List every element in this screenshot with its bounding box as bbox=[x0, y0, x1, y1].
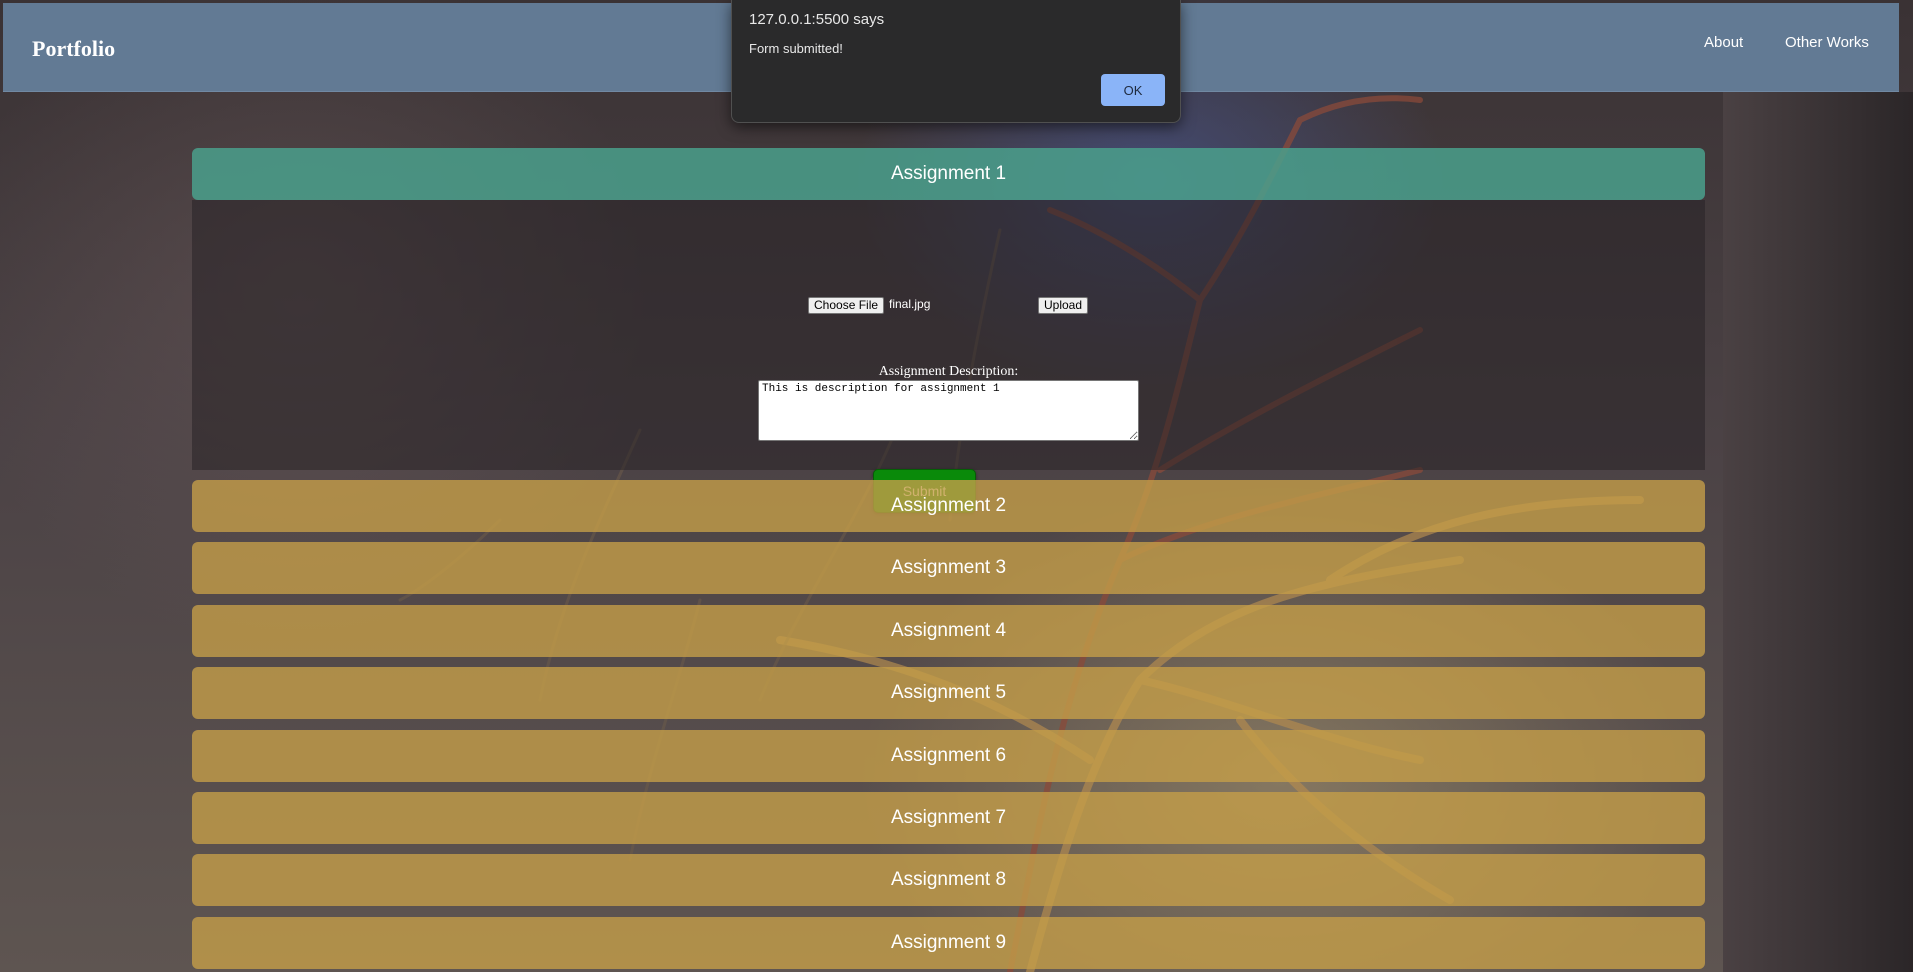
alert-dialog: 127.0.0.1:5500 says Form submitted! OK bbox=[731, 0, 1181, 123]
accordion-header-assignment-3[interactable]: Assignment 3 bbox=[192, 542, 1705, 594]
nav-link-about[interactable]: About bbox=[1704, 34, 1743, 51]
accordion-header-assignment-8[interactable]: Assignment 8 bbox=[192, 854, 1705, 906]
accordion-header-assignment-1[interactable]: Assignment 1 bbox=[192, 148, 1705, 200]
nav-link-other-works[interactable]: Other Works bbox=[1785, 34, 1869, 51]
dialog-title: 127.0.0.1:5500 says bbox=[749, 11, 885, 28]
accordion-header-assignment-6[interactable]: Assignment 6 bbox=[192, 730, 1705, 782]
upload-button[interactable]: Upload bbox=[1038, 297, 1089, 314]
accordion-header-assignment-7[interactable]: Assignment 7 bbox=[192, 792, 1705, 844]
background-side-panel bbox=[1723, 92, 1913, 972]
accordion-header-assignment-5[interactable]: Assignment 5 bbox=[192, 667, 1705, 719]
dialog-message: Form submitted! bbox=[749, 41, 843, 56]
selected-file-name: final.jpg bbox=[889, 297, 931, 311]
assignment-1-panel: Choose File final.jpg Upload Assignment … bbox=[192, 200, 1705, 513]
description-label: Assignment Description: bbox=[878, 364, 1019, 379]
accordion-header-assignment-2[interactable]: Assignment 2 bbox=[192, 480, 1705, 532]
accordion-header-assignment-9[interactable]: Assignment 9 bbox=[192, 917, 1705, 969]
description-textarea[interactable]: This is description for assignment 1 bbox=[758, 380, 1139, 441]
choose-file-button[interactable]: Choose File bbox=[808, 297, 885, 314]
accordion-header-assignment-4[interactable]: Assignment 4 bbox=[192, 605, 1705, 657]
dialog-ok-button[interactable]: OK bbox=[1101, 74, 1165, 106]
brand-logo[interactable]: Portfolio bbox=[32, 36, 115, 62]
